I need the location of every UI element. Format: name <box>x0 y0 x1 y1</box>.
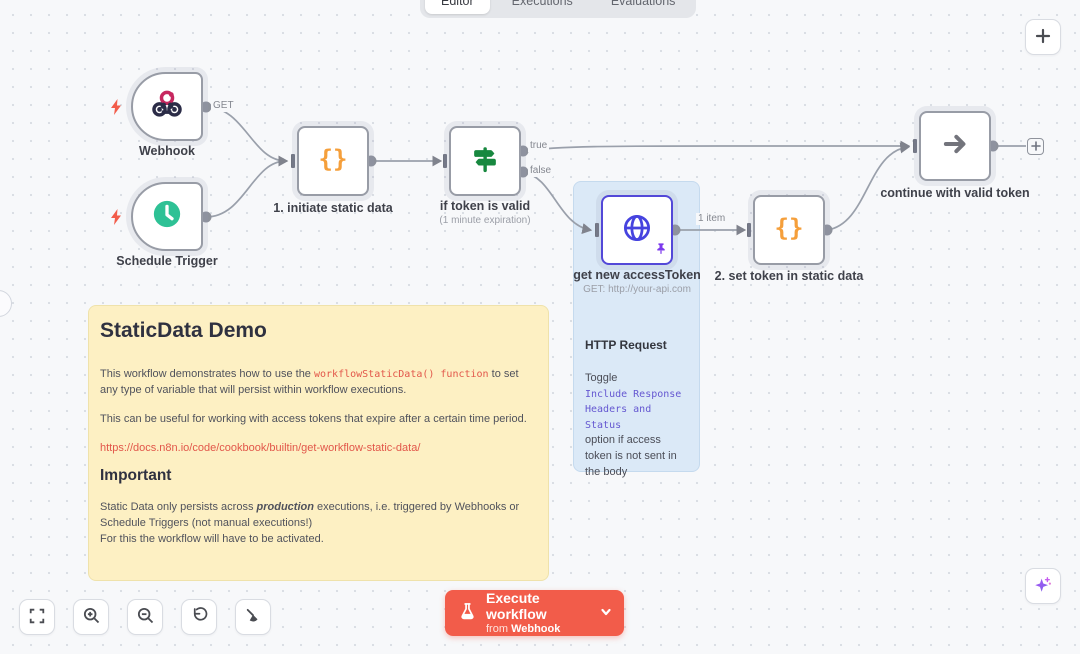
svg-text:{}: {} <box>775 214 804 242</box>
wire-label-get: GET <box>211 100 236 112</box>
n8n-workflow-canvas[interactable]: { "colors": { "accent": "#f25c4a", "canv… <box>0 0 1080 654</box>
view-tabbar: Editor Executions Evaluations <box>420 0 696 18</box>
globe-icon <box>619 210 655 251</box>
trigger-bolt-icon-webhook <box>108 98 124 121</box>
node-set-token-static-data[interactable]: {} <box>753 195 825 265</box>
node-if-token-is-valid[interactable] <box>449 126 521 196</box>
if-signpost-icon <box>468 142 502 181</box>
tab-executions[interactable]: Executions <box>496 0 589 14</box>
node-webhook[interactable] <box>131 72 203 141</box>
pinned-data-icon <box>655 242 667 260</box>
tab-evaluations[interactable]: Evaluations <box>595 0 692 14</box>
execute-title: Execute workflow <box>486 590 600 622</box>
execute-subtitle-trigger: Webhook <box>511 623 560 635</box>
plus-icon <box>1033 26 1053 49</box>
ai-assistant-button[interactable] <box>1025 568 1061 604</box>
wire-label-1-item: 1 item <box>696 213 727 225</box>
input-bar-set <box>747 223 751 237</box>
wire-label-true: true <box>528 140 549 152</box>
wire-label-false: false <box>528 165 553 177</box>
node-get-new-accesstoken[interactable] <box>601 195 673 265</box>
svg-text:{}: {} <box>319 145 348 173</box>
zoom-to-fit-button[interactable] <box>19 599 55 635</box>
zoom-in-icon <box>82 606 101 628</box>
add-connected-node-button[interactable] <box>1027 138 1044 155</box>
node-initiate-static-data[interactable]: {} <box>297 126 369 196</box>
node-schedule-trigger[interactable] <box>131 182 203 251</box>
chevron-down-icon[interactable] <box>600 606 612 621</box>
reset-zoom-button[interactable] <box>181 599 217 635</box>
zoom-in-button[interactable] <box>73 599 109 635</box>
input-bar-initiate <box>291 154 295 168</box>
node-subtitle-if: (1 minute expiration) <box>405 215 565 226</box>
code-braces-icon: {} <box>314 144 352 179</box>
flask-icon <box>459 602 476 624</box>
fit-view-icon <box>28 607 46 628</box>
input-bar-http <box>595 223 599 237</box>
code-braces-icon: {} <box>770 213 808 248</box>
node-label-continue: continue with valid token <box>865 186 1045 200</box>
node-label-schedule-trigger: Schedule Trigger <box>87 254 247 268</box>
wire-if-true-to-continue <box>523 146 908 151</box>
zoom-out-icon <box>136 606 155 628</box>
clock-icon <box>149 196 185 237</box>
tidy-up-button[interactable] <box>235 599 271 635</box>
arrow-right-icon <box>938 127 972 166</box>
input-bar-continue <box>913 139 917 153</box>
execute-workflow-button[interactable]: Execute workflow from Webhook <box>445 590 624 636</box>
broom-icon <box>244 607 262 628</box>
sparkles-icon <box>1032 574 1054 599</box>
plus-icon <box>1031 139 1041 154</box>
trigger-bolt-icon-schedule <box>108 208 124 231</box>
execute-subtitle-prefix: from <box>486 623 511 635</box>
input-bar-if <box>443 154 447 168</box>
node-label-initiate: 1. initiate static data <box>253 201 413 215</box>
node-label-set: 2. set token in static data <box>694 269 884 283</box>
execute-button-text: Execute workflow from Webhook <box>486 590 600 636</box>
node-subtitle-http: GET: http://your-api.com <box>557 284 717 295</box>
webhook-icon <box>149 86 185 127</box>
node-label-http: get new accessToken <box>557 268 717 282</box>
node-continue-valid-token[interactable] <box>919 111 991 181</box>
add-node-button[interactable] <box>1025 19 1061 55</box>
execute-subtitle: from Webhook <box>486 622 600 636</box>
tab-editor[interactable]: Editor <box>425 0 490 14</box>
undo-rotate-icon <box>190 606 209 628</box>
zoom-out-button[interactable] <box>127 599 163 635</box>
node-label-webhook: Webhook <box>97 144 237 158</box>
node-label-if: if token is valid <box>405 199 565 213</box>
